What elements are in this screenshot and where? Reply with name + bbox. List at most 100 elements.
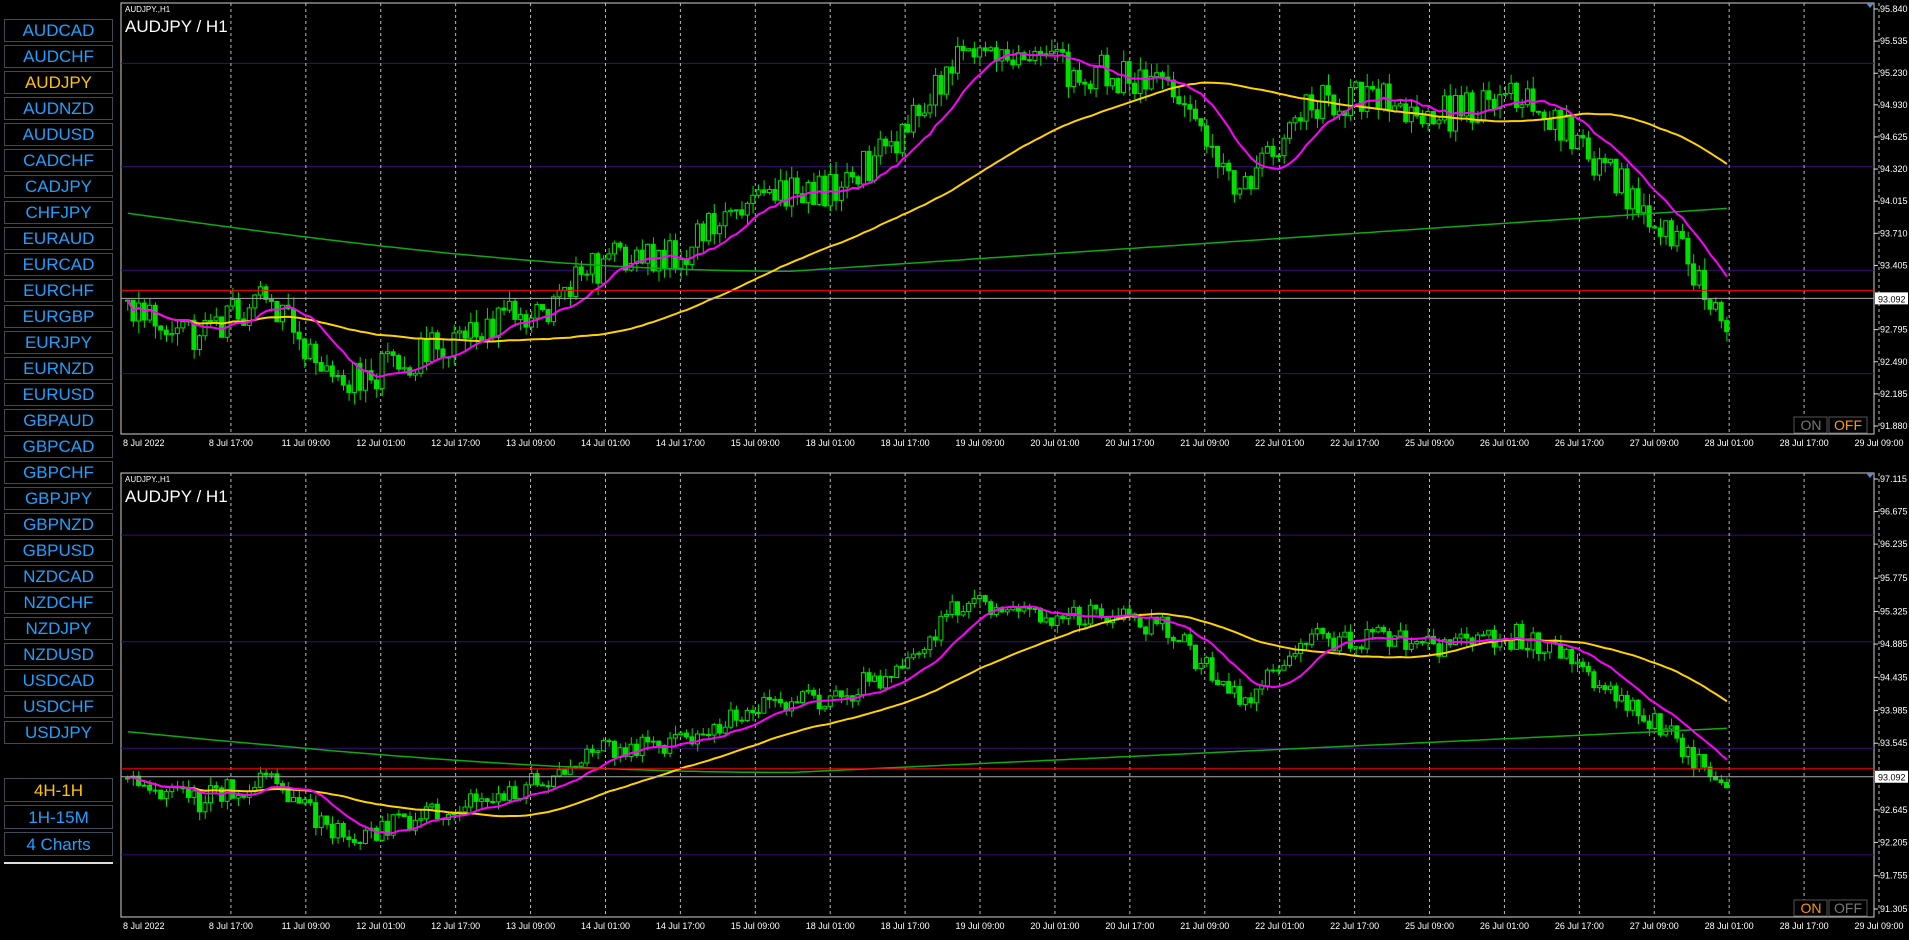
symbol-button-audnzd[interactable]: AUDNZD (4, 97, 113, 120)
symbol-button-gbpjpy[interactable]: GBPJPY (4, 487, 113, 510)
candle-body (379, 353, 385, 390)
candle-body (1264, 669, 1270, 687)
price-label: 94.320 (1880, 164, 1908, 174)
candle-body (1192, 108, 1198, 120)
symbol-button-eurusd[interactable]: EURUSD (4, 383, 113, 406)
candle-body (1264, 145, 1270, 154)
candle-body (722, 211, 728, 227)
price-label: 94.625 (1880, 132, 1908, 142)
candle-body (357, 841, 363, 844)
symbol-button-gbpaud[interactable]: GBPAUD (4, 409, 113, 432)
candle-body (1347, 87, 1353, 117)
candle-body (512, 300, 518, 320)
candle-body (329, 365, 335, 377)
candle-body (1109, 78, 1115, 87)
candle-body (700, 733, 706, 736)
candle-body (656, 740, 662, 746)
symbol-button-nzdchf[interactable]: NZDCHF (4, 591, 113, 614)
candle-body (1718, 779, 1724, 784)
mode-button-4-charts[interactable]: 4 Charts (4, 832, 113, 856)
candle-body (473, 322, 479, 338)
candle-body (263, 286, 269, 300)
time-label: 22 Jul 01:00 (1255, 921, 1304, 931)
candle-body (484, 798, 490, 803)
symbol-button-gbpnzd[interactable]: GBPNZD (4, 513, 113, 536)
candle-body (905, 657, 911, 669)
symbol-button-audjpy[interactable]: AUDJPY (4, 71, 113, 94)
symbol-button-usdchf[interactable]: USDCHF (4, 695, 113, 718)
symbol-button-cadchf[interactable]: CADCHF (4, 149, 113, 172)
candle-body (396, 813, 402, 816)
chart-panel-1[interactable]: 8 Jul 2022 8 Jul 17:00 11 Jul 09:00 12 Jul … (119, 0, 1909, 452)
candle-body (1596, 685, 1602, 689)
candle-body (1353, 81, 1359, 89)
candle-body (1358, 646, 1364, 650)
symbol-button-audusd[interactable]: AUDUSD (4, 123, 113, 146)
candle-body (1480, 634, 1486, 637)
candle-body (982, 47, 988, 51)
candle-body (1215, 145, 1221, 167)
symbol-button-audchf[interactable]: AUDCHF (4, 45, 113, 68)
candle-body (1430, 110, 1436, 125)
price-chart[interactable]: 8 Jul 2022 8 Jul 17:00 11 Jul 09:00 12 Jul … (119, 470, 1909, 935)
candle-body (307, 799, 313, 804)
candle-body (252, 294, 258, 309)
price-chart[interactable]: 8 Jul 2022 8 Jul 17:00 11 Jul 09:00 12 Jul … (119, 0, 1909, 452)
candle-body (1641, 715, 1647, 722)
candle-body (606, 740, 612, 743)
candle-body (230, 299, 236, 307)
symbol-button-gbpusd[interactable]: GBPUSD (4, 539, 113, 562)
symbol-button-euraud[interactable]: EURAUD (4, 227, 113, 250)
candle-body (1524, 647, 1530, 651)
time-label: 14 Jul 17:00 (656, 438, 705, 448)
price-label: 95.775 (1880, 573, 1908, 583)
candle-body (1187, 634, 1193, 646)
candle-body (960, 611, 966, 616)
symbol-button-gbpchf[interactable]: GBPCHF (4, 461, 113, 484)
mode-button-1h-15m[interactable]: 1H-15M (4, 805, 113, 829)
symbol-button-eurgbp[interactable]: EURGBP (4, 305, 113, 328)
candle-body (1370, 629, 1376, 633)
candle-body (362, 370, 368, 391)
candle-body (966, 602, 972, 613)
symbol-button-usdcad[interactable]: USDCAD (4, 669, 113, 692)
candle-body (866, 150, 872, 182)
price-label: 96.235 (1880, 539, 1908, 549)
candle-body (578, 266, 584, 275)
symbol-button-audcad[interactable]: AUDCAD (4, 19, 113, 42)
candle-body (423, 806, 429, 820)
candle-body (1646, 205, 1652, 228)
time-label: 12 Jul 01:00 (356, 921, 405, 931)
candle-body (589, 253, 595, 275)
candle-body (174, 327, 180, 335)
symbol-button-chfjpy[interactable]: CHFJPY (4, 201, 113, 224)
symbol-button-eurnzd[interactable]: EURNZD (4, 357, 113, 380)
symbol-button-nzdcad[interactable]: NZDCAD (4, 565, 113, 588)
symbol-button-nzdjpy[interactable]: NZDJPY (4, 617, 113, 640)
candle-body (296, 331, 302, 340)
candle-body (158, 789, 164, 800)
candle-body (1049, 50, 1055, 55)
symbol-button-eurcad[interactable]: EURCAD (4, 253, 113, 276)
candle-body (1690, 263, 1696, 286)
candle-body (1536, 110, 1542, 113)
candle-body (960, 45, 966, 52)
symbol-button-eurchf[interactable]: EURCHF (4, 279, 113, 302)
candle-body (1242, 697, 1248, 705)
candle-body (495, 793, 501, 803)
current-price-label: 93.092 (1878, 773, 1906, 783)
candle-body (645, 736, 651, 743)
candle-body (1004, 609, 1010, 613)
time-label: 13 Jul 09:00 (506, 921, 555, 931)
symbol-button-cadjpy[interactable]: CADJPY (4, 175, 113, 198)
symbol-button-eurjpy[interactable]: EURJPY (4, 331, 113, 354)
symbol-button-nzdusd[interactable]: NZDUSD (4, 643, 113, 666)
symbol-button-usdjpy[interactable]: USDJPY (4, 721, 113, 744)
mode-button-4h-1h[interactable]: 4H-1H (4, 778, 113, 802)
candle-body (971, 597, 977, 604)
price-label: 91.305 (1880, 904, 1908, 914)
chart-panel-2[interactable]: 8 Jul 2022 8 Jul 17:00 11 Jul 09:00 12 Jul … (119, 470, 1909, 935)
time-label: 12 Jul 01:00 (356, 438, 405, 448)
candle-body (722, 726, 728, 734)
symbol-button-gbpcad[interactable]: GBPCAD (4, 435, 113, 458)
